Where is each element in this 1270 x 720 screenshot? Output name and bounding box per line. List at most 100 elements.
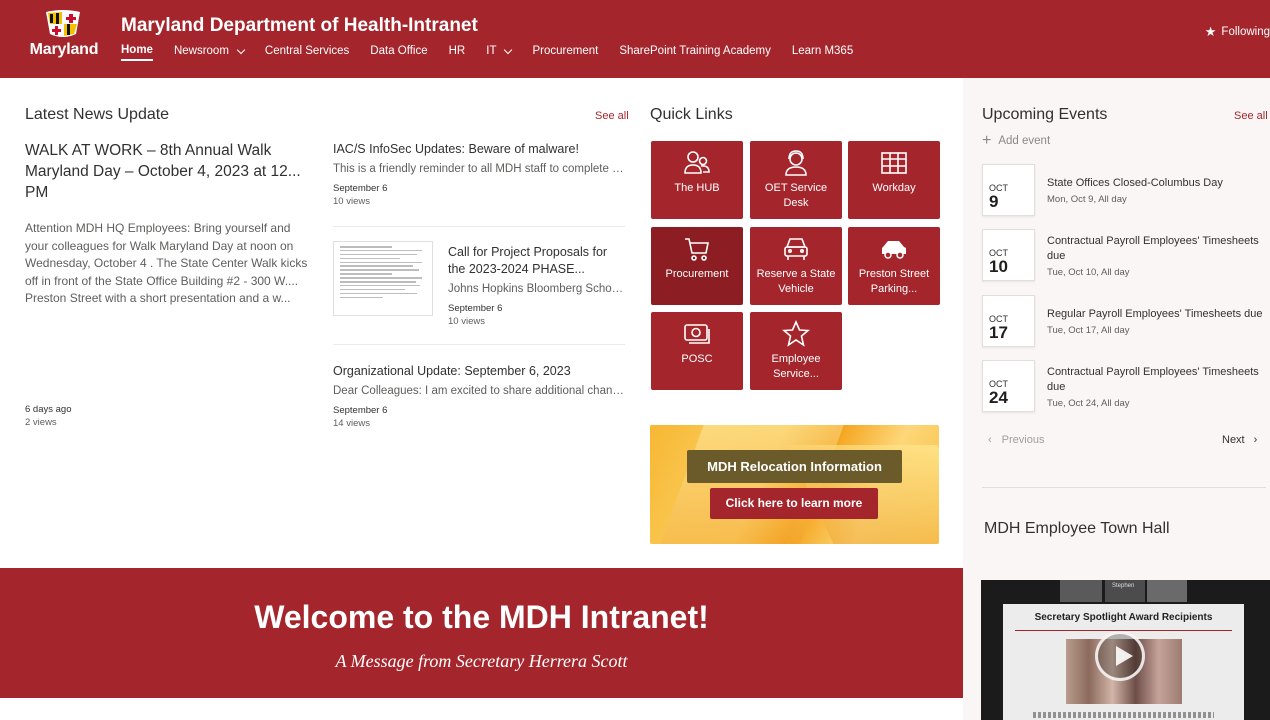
nav-home[interactable]: Home	[121, 43, 153, 61]
town-hall-video[interactable]: Stephen Secretary Spotlight Award Recipi…	[981, 580, 1270, 720]
nav-procurement[interactable]: Procurement	[532, 43, 598, 59]
quick-link-reserve-vehicle[interactable]: Reserve a State Vehicle	[750, 227, 842, 305]
quick-link-preston-street-parking[interactable]: Preston Street Parking...	[848, 227, 940, 305]
event-day: 17	[989, 323, 1008, 342]
event-day: 24	[989, 388, 1008, 407]
star-icon	[782, 320, 810, 347]
nav-central-services[interactable]: Central Services	[265, 43, 349, 59]
quick-link-label: The HUB	[674, 182, 720, 194]
news-item-meta: September 6 10 views	[333, 183, 626, 208]
nav-learn-m365-label: Learn M365	[791, 45, 854, 57]
add-event-label: Add event	[998, 135, 1051, 147]
nav-learn-m365[interactable]: Learn M365	[792, 43, 853, 59]
events-section-title: Upcoming Events	[982, 106, 1108, 123]
relocation-banner-label: MDH Relocation Information	[687, 450, 902, 483]
news-item-date: September 6	[333, 405, 388, 416]
quick-link-the-hub[interactable]: The HUB	[651, 141, 743, 219]
people-icon	[684, 151, 710, 174]
event-day: 10	[989, 257, 1008, 276]
car-side-icon	[882, 241, 906, 259]
quick-link-procurement[interactable]: Procurement	[651, 227, 743, 305]
featured-news-description: Attention MDH HQ Employees: Bring yourse…	[25, 221, 308, 305]
quick-link-label: POSC	[681, 353, 713, 365]
next-page-button[interactable]: Next ›	[1222, 434, 1257, 446]
news-item-title[interactable]: Call for Project Proposals for the 2023-…	[448, 244, 626, 278]
event-item[interactable]: OCT 10 Contractual Payroll Employees' Ti…	[982, 229, 1267, 281]
featured-news-title[interactable]: WALK AT WORK – 8th Annual Walk Maryland …	[25, 140, 315, 203]
news-item[interactable]: Organizational Update: September 6, 2023…	[333, 363, 626, 430]
featured-news-meta: 6 days ago 2 views	[25, 404, 71, 429]
event-date-box: OCT 17	[982, 295, 1035, 347]
slide-title: Secretary Spotlight Award Recipients	[1034, 612, 1213, 623]
relocation-banner: MDH Relocation Information Click here to…	[650, 425, 939, 544]
news-item-description: Dear Colleagues: I am excited to share a…	[333, 385, 626, 397]
slide-caption	[1033, 712, 1214, 718]
chevron-down-icon	[504, 45, 513, 54]
nav-newsroom-label: Newsroom	[173, 45, 229, 57]
news-item-meta: September 6 10 views	[448, 303, 626, 328]
news-item-title[interactable]: IAC/S InfoSec Updates: Beware of malware…	[333, 141, 626, 158]
chevron-left-icon: ‹	[988, 434, 992, 446]
money-icon	[684, 324, 710, 344]
previous-label: Previous	[1001, 434, 1045, 446]
quick-link-employee-service[interactable]: Employee Service...	[750, 312, 842, 390]
event-item[interactable]: OCT 17 Regular Payroll Employees' Timesh…	[982, 295, 1267, 347]
nav-procurement-label: Procurement	[532, 45, 599, 57]
nav-sharepoint-training[interactable]: SharePoint Training Academy	[619, 43, 771, 59]
event-name[interactable]: State Offices Closed-Columbus Day	[1047, 176, 1267, 191]
nav-data-office[interactable]: Data Office	[370, 43, 427, 59]
previous-page-button[interactable]: ‹ Previous	[988, 434, 1044, 446]
event-item[interactable]: OCT 24 Contractual Payroll Employees' Ti…	[982, 360, 1267, 412]
event-when: Mon, Oct 9, All day	[1047, 194, 1127, 205]
chevron-down-icon	[236, 45, 246, 54]
town-hall-title: MDH Employee Town Hall	[984, 520, 1170, 537]
news-item-title[interactable]: Organizational Update: September 6, 2023	[333, 363, 626, 380]
news-see-all-link[interactable]: See all	[595, 110, 629, 122]
logo-text: Maryland	[29, 41, 99, 58]
nav-hr[interactable]: HR	[449, 43, 466, 59]
star-filled-icon: ★	[1204, 24, 1217, 39]
event-name[interactable]: Contractual Payroll Employees' Timesheet…	[1047, 365, 1267, 395]
quick-link-label: Reserve a State Vehicle	[756, 268, 836, 295]
news-divider	[333, 226, 625, 227]
quick-link-oet-service-desk[interactable]: OET Service Desk	[750, 141, 842, 219]
participant-name: Stephen	[1112, 583, 1135, 589]
news-item-description: Johns Hopkins Bloomberg School ...	[448, 283, 626, 295]
cart-icon	[685, 238, 709, 261]
maryland-logo[interactable]: Maryland	[26, 10, 102, 62]
quick-link-posc[interactable]: POSC	[651, 312, 743, 390]
events-see-all-link[interactable]: See all	[1234, 110, 1268, 122]
top-navigation: Home Newsroom Central Services Data Offi…	[121, 43, 874, 61]
quick-link-label: Employee Service...	[771, 353, 821, 380]
news-item[interactable]: Call for Project Proposals for the 2023-…	[448, 244, 626, 328]
welcome-banner: Welcome to the MDH Intranet! A Message f…	[0, 568, 963, 698]
learn-more-button[interactable]: Click here to learn more	[710, 488, 878, 519]
quick-link-workday[interactable]: Workday	[848, 141, 940, 219]
news-item-description: This is a friendly reminder to all MDH s…	[333, 163, 626, 175]
add-event-button[interactable]: + Add event	[982, 132, 1050, 150]
news-item-views: 14 views	[333, 417, 370, 429]
news-item-thumbnail[interactable]	[333, 241, 433, 316]
news-item-meta: September 6 14 views	[333, 405, 626, 430]
play-icon[interactable]	[1095, 631, 1145, 681]
news-divider	[333, 344, 625, 345]
event-date-box: OCT 24	[982, 360, 1035, 412]
quick-links-title: Quick Links	[650, 106, 733, 123]
news-item-date: September 6	[448, 303, 503, 314]
site-title[interactable]: Maryland Department of Health-Intranet	[121, 15, 478, 37]
nav-newsroom[interactable]: Newsroom	[173, 43, 246, 59]
welcome-subtitle[interactable]: A Message from Secretary Herrera Scott	[0, 651, 963, 672]
event-date-box: OCT 9	[982, 164, 1035, 216]
news-item[interactable]: IAC/S InfoSec Updates: Beware of malware…	[333, 141, 626, 208]
event-name[interactable]: Regular Payroll Employees' Timesheets du…	[1047, 307, 1267, 322]
nav-it[interactable]: IT	[486, 43, 513, 59]
news-section-title: Latest News Update	[25, 106, 170, 123]
plus-icon: +	[982, 132, 992, 149]
site-header: Maryland Maryland Department of Health-I…	[0, 0, 1270, 78]
event-name[interactable]: Contractual Payroll Employees' Timesheet…	[1047, 234, 1267, 264]
following-button[interactable]: ★ Following	[1205, 24, 1270, 40]
participant-camera	[1147, 580, 1187, 602]
quick-link-label: Procurement	[665, 268, 729, 280]
event-item[interactable]: OCT 9 State Offices Closed-Columbus Day …	[982, 164, 1267, 216]
news-item-views: 10 views	[448, 315, 485, 327]
